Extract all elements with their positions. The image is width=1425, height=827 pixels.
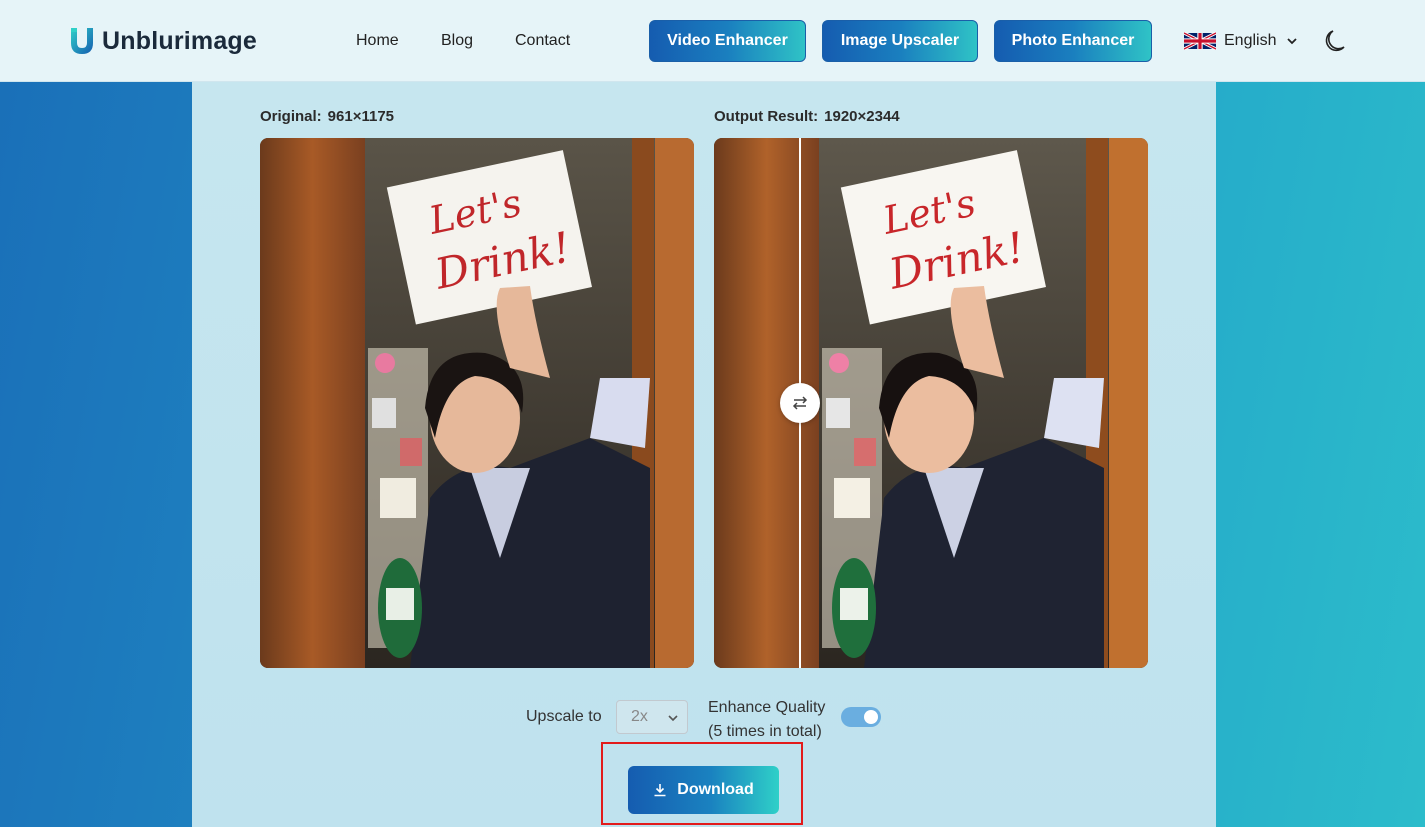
original-size: 961×1175: [327, 108, 394, 125]
image-upscaler-button[interactable]: Image Upscaler: [822, 20, 978, 62]
logo-icon: [71, 28, 93, 54]
video-enhancer-button[interactable]: Video Enhancer: [649, 20, 806, 62]
photo-enhancer-button[interactable]: Photo Enhancer: [994, 20, 1152, 62]
download-icon: [654, 784, 666, 797]
output-label: Output Result: 1920×2344: [714, 108, 900, 125]
download-button[interactable]: Download: [628, 766, 779, 814]
chevron-down-icon: [668, 715, 678, 722]
nav-home[interactable]: Home: [356, 32, 399, 50]
compare-slider-handle[interactable]: [780, 383, 820, 423]
brand-logo[interactable]: Unblurimage: [68, 24, 257, 58]
chevron-down-icon: [1287, 38, 1298, 45]
top-header: Unblurimage Home Blog Contact Video Enha…: [0, 0, 1425, 82]
upscale-value: 2x: [631, 708, 648, 725]
output-size: 1920×2344: [824, 108, 900, 125]
upscale-label: Upscale to: [526, 708, 602, 725]
original-image: Let's Drink!: [260, 138, 694, 668]
dark-mode-icon[interactable]: [1324, 29, 1346, 53]
enhance-quality-label: Enhance Quality (5 times in total): [708, 699, 826, 740]
nav-contact[interactable]: Contact: [515, 32, 570, 50]
nav-blog[interactable]: Blog: [441, 32, 473, 50]
toggle-knob: [864, 710, 878, 724]
upscale-select[interactable]: 2x: [616, 700, 688, 734]
download-label: Download: [677, 781, 754, 798]
language-label: English: [1224, 32, 1277, 49]
original-label: Original: 961×1175: [260, 108, 394, 125]
language-selector[interactable]: English: [1184, 30, 1298, 52]
uk-flag-icon: [1184, 32, 1216, 50]
swap-arrows-icon: [792, 396, 808, 410]
enhance-quality-toggle[interactable]: [841, 707, 881, 727]
brand-name: Unblurimage: [102, 26, 257, 55]
